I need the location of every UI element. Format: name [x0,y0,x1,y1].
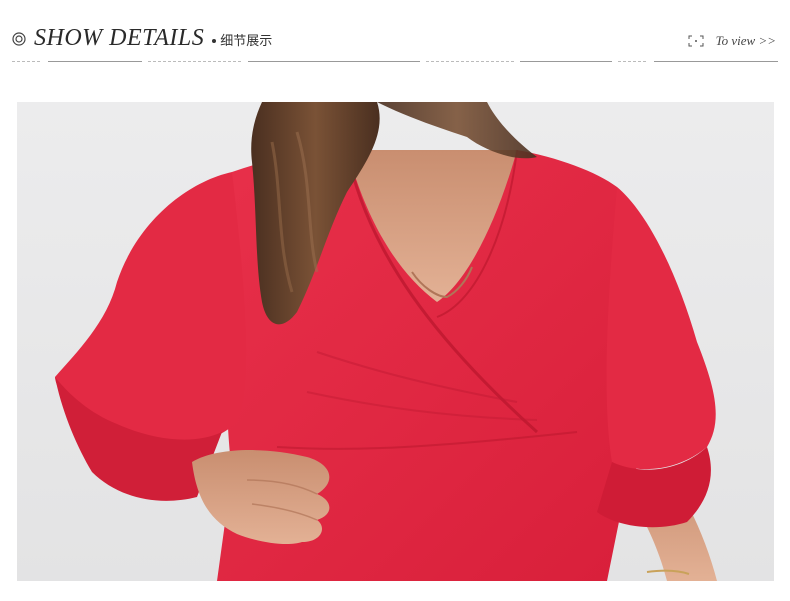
target-icon [12,32,26,46]
section-subtitle: 细节展示 [220,33,273,49]
view-link-group[interactable]: To view >> [688,34,776,47]
section-title: SHOW DETAILS [34,25,205,51]
product-photo [17,102,774,581]
bullet-dot [212,39,217,43]
header-title-group: SHOW DETAILS 细节展示 [12,26,272,50]
to-view-link[interactable]: To view >> [716,34,776,47]
fullscreen-icon[interactable] [688,35,704,47]
section-subtitle-wrap: 细节展示 [212,35,272,48]
header-divider [12,61,778,62]
product-photo-illustration [17,102,774,581]
